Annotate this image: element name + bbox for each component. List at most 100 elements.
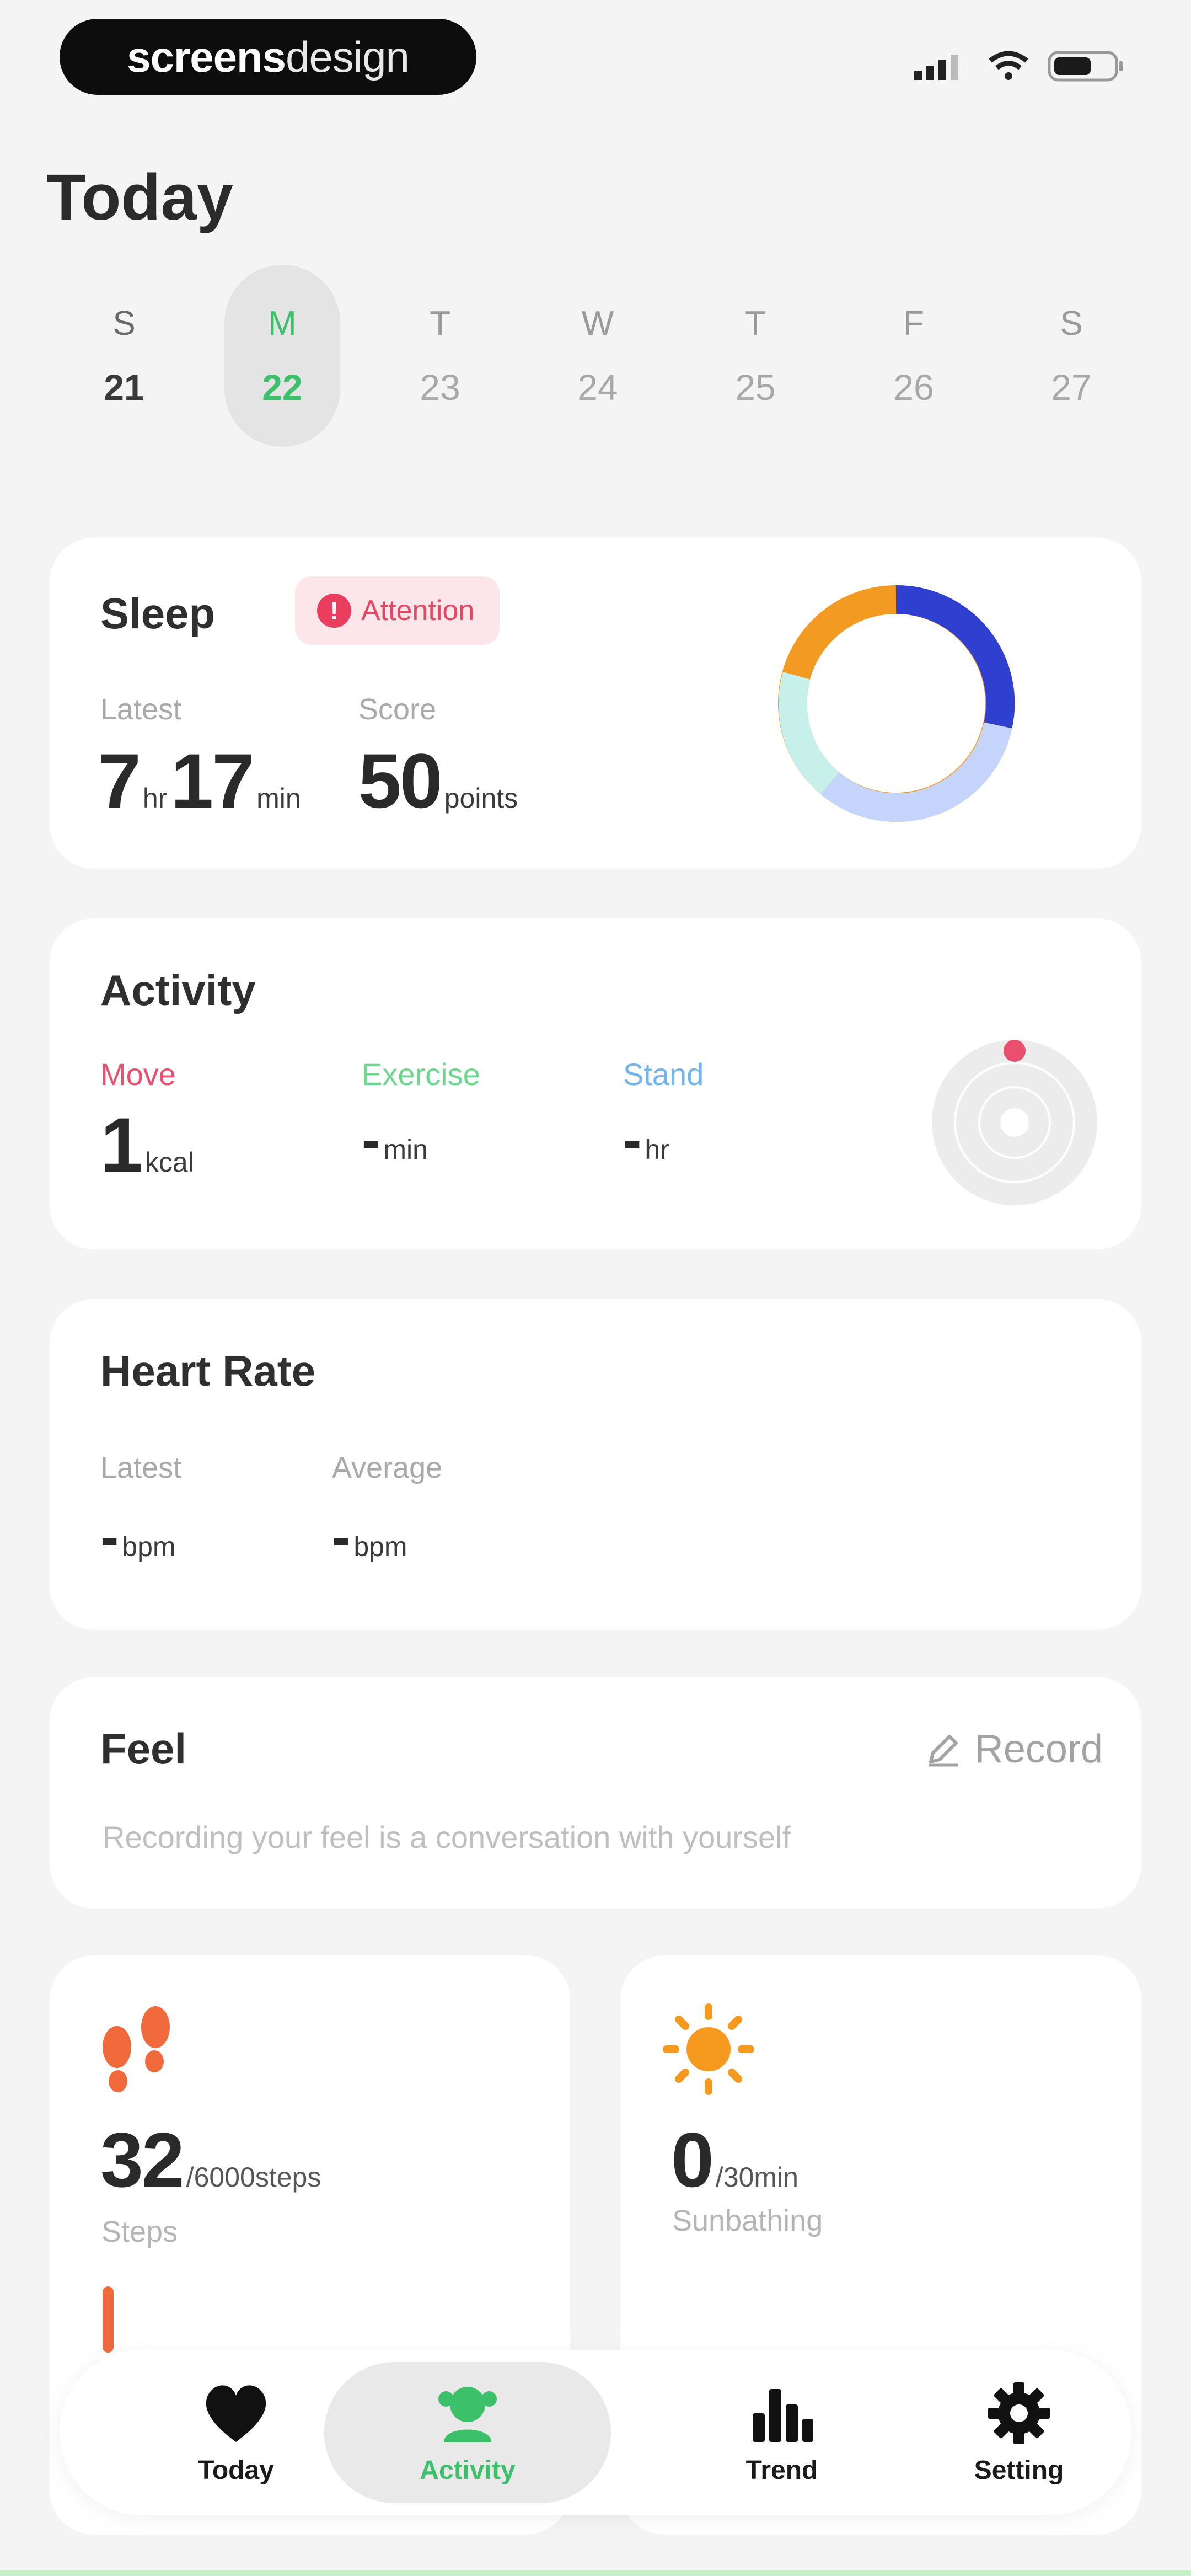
week-selector: S 21 M 22 T 23 W 24 T 25 F 26 S 27	[66, 265, 1158, 447]
day-letter: T	[745, 304, 766, 343]
stand-number: -	[623, 1109, 642, 1171]
sleep-hours-unit: hr	[142, 783, 168, 814]
nav-setting[interactable]: Setting	[892, 2350, 1146, 2515]
nav-today[interactable]: Today	[109, 2350, 363, 2515]
day-number: 24	[577, 366, 618, 408]
stand-ring	[980, 1088, 1049, 1157]
day-number: 22	[262, 366, 303, 408]
nav-today-label: Today	[198, 2455, 274, 2485]
nav-setting-label: Setting	[974, 2455, 1064, 2485]
attention-label: Attention	[361, 595, 475, 627]
heart-average-number: -	[332, 1506, 351, 1568]
activity-icon	[438, 2386, 497, 2442]
brand-logo: screens design	[60, 19, 476, 95]
record-button[interactable]: Record	[924, 1727, 1103, 1772]
bar-chart-icon	[753, 2388, 813, 2442]
activity-title: Activity	[100, 966, 256, 1014]
sleep-card[interactable]: Sleep ! Attention Latest 7 hr 17 min Sco…	[50, 538, 1141, 869]
stand-label: Stand	[623, 1057, 704, 1092]
nav-trend-label: Trend	[745, 2455, 818, 2485]
day-letter: S	[112, 304, 136, 343]
steps-value: 32 /6000steps	[100, 2115, 324, 2205]
sun-number: 0	[671, 2117, 714, 2203]
sun-goal: /30min	[715, 2162, 798, 2193]
ring-segment-deep	[895, 585, 1015, 729]
day-letter: S	[1060, 304, 1083, 343]
day-number: 25	[735, 366, 776, 408]
sleep-title: Sleep	[100, 589, 216, 638]
day-mon-22[interactable]: M 22	[224, 265, 340, 447]
day-sat-27[interactable]: S 27	[1013, 265, 1129, 447]
sleep-score-label: Score	[358, 693, 437, 726]
day-thu-25[interactable]: T 25	[698, 265, 813, 447]
day-wed-24[interactable]: W 24	[540, 265, 656, 447]
bottom-nav: Today Activity Trend Setting	[60, 2350, 1131, 2515]
day-sun-21[interactable]: S 21	[66, 265, 182, 447]
heart-rate-card[interactable]: Heart Rate Latest - bpm Average - bpm	[50, 1299, 1141, 1630]
sun-value: 0 /30min	[671, 2115, 802, 2205]
sleep-stage-ring	[778, 585, 1015, 822]
day-number: 23	[420, 366, 460, 408]
heart-icon	[206, 2385, 266, 2442]
signal-icon	[914, 55, 958, 80]
nav-activity[interactable]: Activity	[341, 2350, 594, 2515]
heart-latest-label: Latest	[100, 1451, 182, 1484]
move-progress-dot	[1004, 1040, 1026, 1062]
move-label: Move	[100, 1057, 176, 1092]
feel-title: Feel	[100, 1724, 187, 1773]
brand-text-b: design	[286, 32, 410, 81]
pencil-icon	[928, 1735, 958, 1767]
stand-unit: hr	[645, 1134, 669, 1165]
day-fri-26[interactable]: F 26	[856, 265, 972, 447]
steps-goal: /6000steps	[186, 2162, 321, 2193]
feel-card[interactable]: Feel Record Recording your feel is a con…	[50, 1677, 1141, 1909]
day-number: 27	[1051, 366, 1092, 408]
sleep-latest-label: Latest	[100, 693, 182, 726]
day-number: 26	[893, 366, 934, 408]
status-icons	[914, 50, 1125, 83]
bottom-accent-line	[0, 2570, 1191, 2576]
steps-label: Steps	[101, 2215, 178, 2248]
sleep-hours: 7	[98, 737, 141, 824]
stand-value: - hr	[623, 1109, 673, 1172]
activity-card[interactable]: Activity Move 1 kcal Exercise - min Stan…	[50, 918, 1141, 1249]
exercise-label: Exercise	[362, 1057, 480, 1092]
gear-icon	[988, 2382, 1050, 2444]
exercise-value: - min	[362, 1109, 431, 1172]
day-letter: F	[903, 304, 924, 343]
sleep-score: 50	[358, 737, 443, 824]
exercise-number: -	[362, 1109, 380, 1171]
day-letter: T	[430, 304, 450, 343]
sun-label: Sunbathing	[672, 2204, 823, 2237]
move-unit: kcal	[144, 1147, 194, 1178]
alert-icon: !	[317, 594, 351, 628]
day-letter: W	[581, 304, 614, 343]
move-value: 1 kcal	[100, 1100, 197, 1190]
day-number: 21	[104, 366, 144, 408]
nav-trend[interactable]: Trend	[655, 2350, 909, 2515]
sleep-minutes-unit: min	[256, 783, 301, 814]
sleep-duration-value: 7 hr 17 min	[98, 736, 304, 826]
heart-latest-unit: bpm	[122, 1531, 176, 1562]
footprints-icon	[103, 2006, 170, 2092]
sun-icon	[663, 2003, 754, 2095]
brand-text-a: screens	[127, 32, 286, 81]
heart-rate-title: Heart Rate	[100, 1346, 316, 1395]
steps-progress-bar	[103, 2286, 114, 2353]
activity-rings	[932, 1040, 1097, 1205]
heart-average-value: - bpm	[332, 1506, 411, 1569]
heart-average-unit: bpm	[353, 1531, 407, 1562]
move-number: 1	[100, 1102, 143, 1188]
day-tue-23[interactable]: T 23	[382, 265, 498, 447]
ring-segment-light	[820, 722, 1012, 822]
attention-badge: ! Attention	[295, 576, 500, 645]
ring-segment-rem	[779, 671, 840, 794]
nav-activity-label: Activity	[420, 2455, 516, 2485]
sleep-score-value: 50 points	[358, 736, 521, 826]
page-title: Today	[46, 161, 233, 234]
feel-hint: Recording your feel is a conversation wi…	[103, 1820, 791, 1854]
heart-latest-value: - bpm	[100, 1506, 179, 1569]
heart-average-label: Average	[332, 1451, 443, 1484]
record-label: Record	[974, 1727, 1103, 1771]
heart-latest-number: -	[100, 1506, 119, 1568]
